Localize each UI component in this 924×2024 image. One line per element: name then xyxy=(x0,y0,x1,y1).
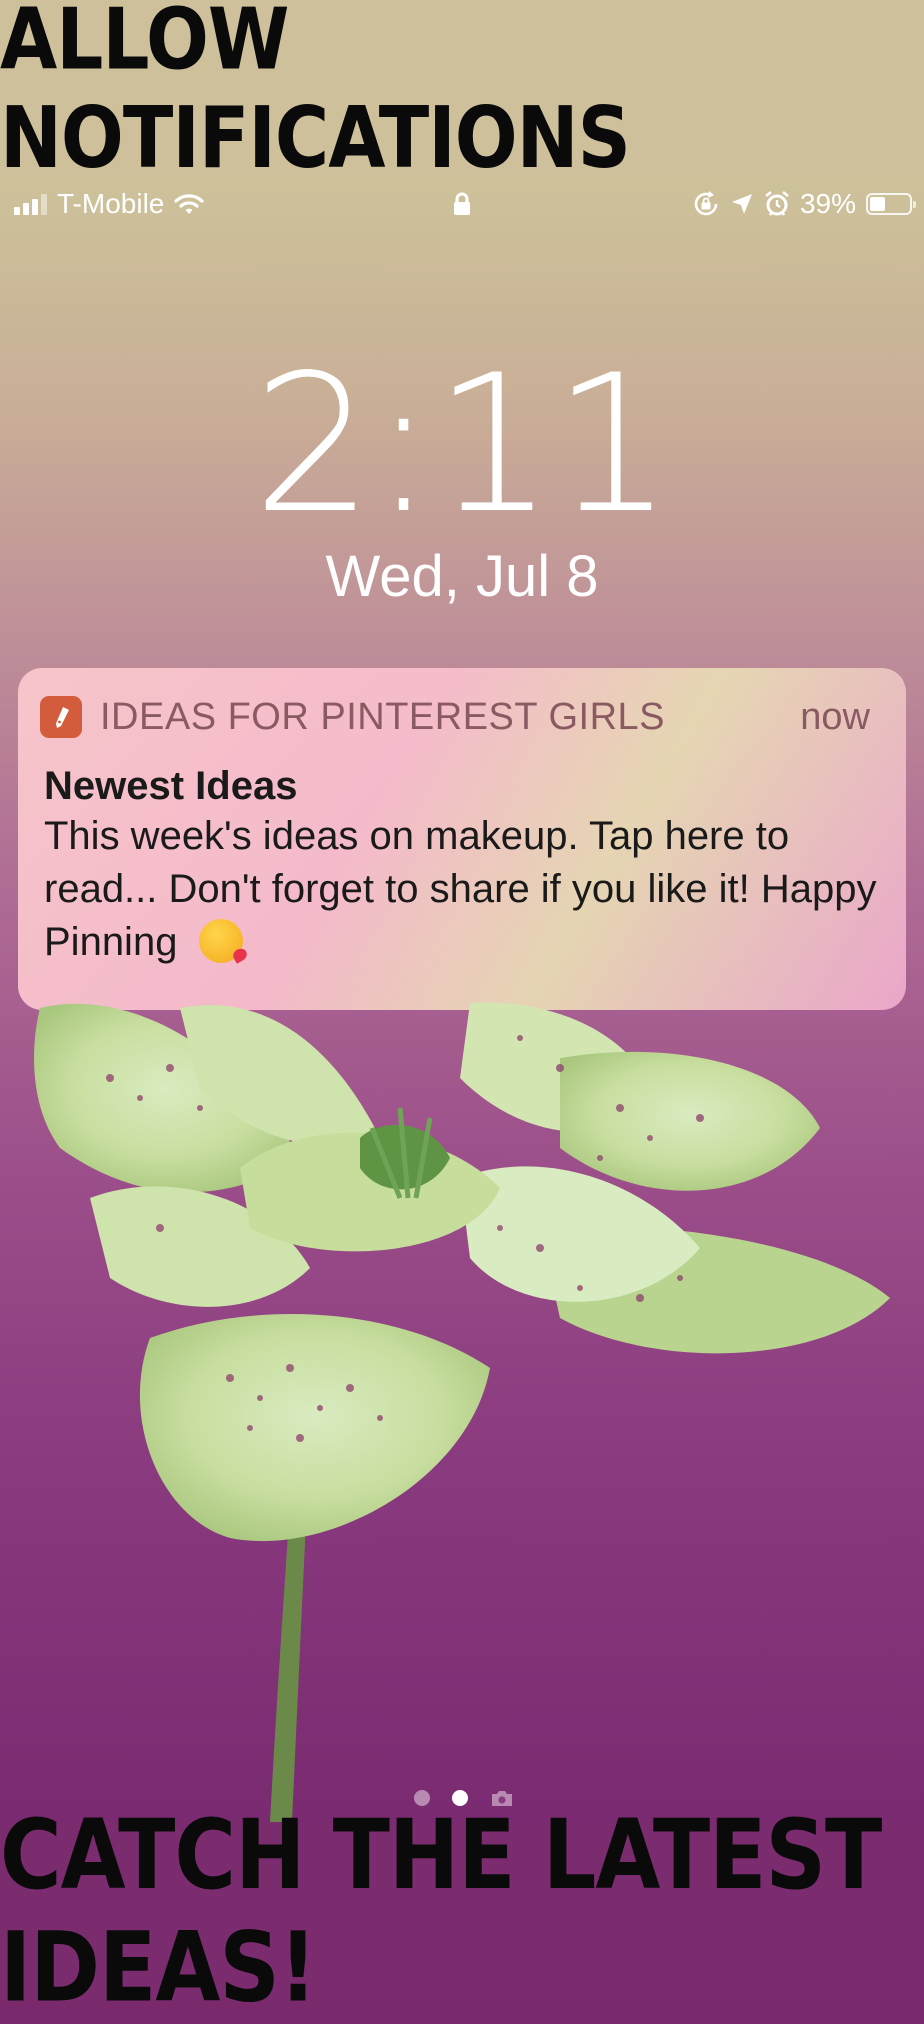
alarm-icon xyxy=(765,190,789,216)
wifi-icon xyxy=(174,194,204,214)
battery-fill xyxy=(870,197,885,211)
bottom-banner-title: CATCH THE LATEST IDEAS! xyxy=(0,1798,882,2024)
top-banner-title: ALLOW NOTIFICATIONS xyxy=(0,0,631,188)
bottom-banner: CATCH THE LATEST IDEAS! xyxy=(0,1798,924,2024)
battery-icon xyxy=(866,193,916,215)
app-icon xyxy=(40,696,82,738)
notification-body: This week's ideas on makeup. Tap here to… xyxy=(44,810,884,969)
lock-screen-time: 2:11 xyxy=(252,334,674,555)
status-bar: T-Mobile 39% xyxy=(0,178,924,234)
kissing-face-emoji-icon xyxy=(198,919,243,963)
notification-card[interactable]: IDEAS FOR PINTEREST GIRLS now Newest Ide… xyxy=(18,668,906,1010)
notification-header: IDEAS FOR PINTEREST GIRLS now xyxy=(40,694,870,740)
carrier-label: T-Mobile xyxy=(57,188,165,219)
pen-icon xyxy=(56,707,69,728)
signal-icon xyxy=(14,193,47,215)
battery-percentage: 39% xyxy=(799,188,856,219)
flower-wallpaper xyxy=(34,1002,890,1822)
location-icon xyxy=(731,194,752,214)
status-left: T-Mobile xyxy=(14,188,204,220)
status-right: 39% xyxy=(692,188,916,220)
top-banner: ALLOW NOTIFICATIONS xyxy=(0,0,924,188)
notification-body-text: This week's ideas on makeup. Tap here to… xyxy=(44,814,877,964)
rotation-lock-icon xyxy=(694,191,718,216)
notification-app-name: IDEAS FOR PINTEREST GIRLS xyxy=(100,695,666,738)
notification-time: now xyxy=(800,695,870,738)
lock-screen-date: Wed, Jul 8 xyxy=(325,544,599,609)
lock-screen: T-Mobile 39% 2:11 Wed, Jul 8 IDEAS FOR P… xyxy=(0,178,924,1822)
notification-title: Newest Ideas xyxy=(44,764,298,808)
lock-icon xyxy=(454,192,470,215)
